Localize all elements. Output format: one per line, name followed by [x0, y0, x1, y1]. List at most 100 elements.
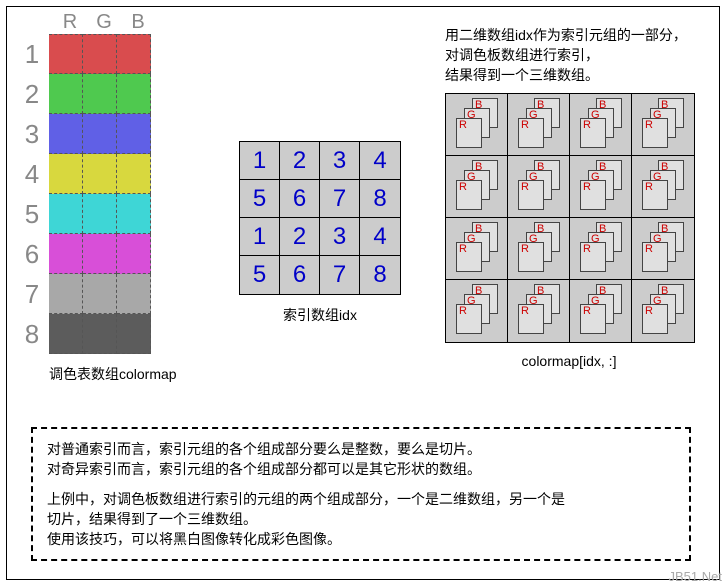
- channel-card-r: R: [642, 180, 668, 210]
- colormap-row-index: 7: [15, 279, 49, 310]
- colormap-row-index: 4: [15, 159, 49, 190]
- note-line-3a: 上例中，对调色板数组进行索引的元组的两个组成部分，一个是二维数组，另一个是: [47, 489, 675, 509]
- result-cell: BGR: [632, 94, 694, 156]
- channel-card-r: R: [642, 304, 668, 334]
- colormap-row: 2: [15, 74, 177, 114]
- idx-cell: 3: [320, 142, 360, 180]
- result-cell: BGR: [508, 156, 570, 218]
- channel-card-r: R: [580, 118, 606, 148]
- result-line-3: 结果得到一个三维数组。: [445, 65, 687, 85]
- channel-card-r: R: [642, 242, 668, 272]
- result-cell: BGR: [570, 156, 632, 218]
- colormap-cell: [117, 34, 151, 74]
- result-description: 用二维数组idx作为索引元组的一部分， 对调色板数组进行索引， 结果得到一个三维…: [445, 25, 687, 85]
- result-cell: BGR: [570, 94, 632, 156]
- idx-cell: 6: [280, 180, 320, 218]
- channel-card-r: R: [456, 180, 482, 210]
- colormap-cell: [117, 234, 151, 274]
- colormap-cell: [49, 194, 83, 234]
- colormap-row: 5: [15, 194, 177, 234]
- result-line-2: 对调色板数组进行索引，: [445, 45, 687, 65]
- header-g: G: [87, 11, 121, 34]
- channel-card-r: R: [642, 118, 668, 148]
- colormap-cell: [49, 154, 83, 194]
- colormap-cell: [49, 274, 83, 314]
- colormap-row-index: 8: [15, 319, 49, 350]
- result-grid: BGRBGRBGRBGRBGRBGRBGRBGRBGRBGRBGRBGRBGRB…: [445, 93, 695, 343]
- note-line-4: 使用该技巧，可以将黑白图像转化成彩色图像。: [47, 529, 675, 549]
- result-caption: colormap[idx, :]: [445, 353, 693, 369]
- idx-cell: 4: [360, 218, 400, 256]
- colormap-cell: [49, 34, 83, 74]
- result-cell: BGR: [570, 218, 632, 280]
- idx-cell: 1: [240, 142, 280, 180]
- colormap-row: 7: [15, 274, 177, 314]
- colormap-row: 3: [15, 114, 177, 154]
- note-line-1: 对普通索引而言，索引元组的各个组成部分要么是整数，要么是切片。: [47, 439, 675, 459]
- note-line-2: 对奇异索引而言，索引元组的各个组成部分都可以是其它形状的数组。: [47, 459, 675, 479]
- colormap-row: 4: [15, 154, 177, 194]
- result-cell: BGR: [446, 280, 508, 342]
- note-line-3b: 切片，结果得到了一个三维数组。: [47, 509, 675, 529]
- channel-card-r: R: [580, 180, 606, 210]
- colormap-rows: 1 2 3 4 5 6 7 8: [15, 34, 177, 354]
- idx-cell: 5: [240, 256, 280, 294]
- colormap-cell: [83, 154, 117, 194]
- colormap-row-index: 3: [15, 119, 49, 150]
- colormap-row: 8: [15, 314, 177, 354]
- idx-cell: 4: [360, 142, 400, 180]
- result-cell: BGR: [632, 156, 694, 218]
- colormap-row-index: 2: [15, 79, 49, 110]
- idx-cell: 6: [280, 256, 320, 294]
- channel-card-r: R: [456, 242, 482, 272]
- idx-block: 1234567812345678 索引数组idx: [239, 141, 401, 325]
- watermark: JB51.Net: [669, 569, 722, 584]
- colormap-cell: [83, 34, 117, 74]
- channel-card-r: R: [580, 242, 606, 272]
- idx-caption: 索引数组idx: [239, 295, 401, 325]
- result-cell: BGR: [446, 156, 508, 218]
- idx-cell: 8: [360, 256, 400, 294]
- header-r: R: [53, 11, 87, 34]
- result-cell: BGR: [446, 94, 508, 156]
- idx-cell: 2: [280, 218, 320, 256]
- colormap-cell: [117, 74, 151, 114]
- colormap-cell: [83, 74, 117, 114]
- colormap-cell: [117, 114, 151, 154]
- note-spacer: [47, 479, 675, 489]
- diagram-frame: R G B 12345678 调色表数组colormap 12345678123…: [6, 6, 720, 580]
- result-line-1: 用二维数组idx作为索引元组的一部分，: [445, 25, 687, 45]
- idx-cell: 7: [320, 180, 360, 218]
- colormap-row: 1: [15, 34, 177, 74]
- idx-cell: 3: [320, 218, 360, 256]
- idx-cell: 2: [280, 142, 320, 180]
- colormap-cell: [117, 314, 151, 354]
- colormap-row-index: 6: [15, 239, 49, 270]
- colormap-cell: [49, 114, 83, 154]
- result-cell: BGR: [508, 280, 570, 342]
- channel-card-r: R: [456, 118, 482, 148]
- colormap-row: 6: [15, 234, 177, 274]
- channel-card-r: R: [456, 304, 482, 334]
- channel-card-r: R: [580, 304, 606, 334]
- channel-card-r: R: [518, 118, 544, 148]
- result-cell: BGR: [570, 280, 632, 342]
- colormap-cell: [83, 314, 117, 354]
- colormap-row-index: 5: [15, 199, 49, 230]
- colormap-block: R G B 1 2 3 4 5 6 7 8 调色表数组colormap: [15, 11, 177, 384]
- colormap-row-index: 1: [15, 39, 49, 70]
- result-cell: BGR: [632, 280, 694, 342]
- colormap-cell: [83, 234, 117, 274]
- colormap-cell: [83, 274, 117, 314]
- idx-cell: 8: [360, 180, 400, 218]
- result-cell: BGR: [446, 218, 508, 280]
- colormap-caption: 调色表数组colormap: [49, 354, 177, 384]
- explanation-note: 对普通索引而言，索引元组的各个组成部分要么是整数，要么是切片。 对奇异索引而言，…: [31, 427, 691, 561]
- idx-cell: 1: [240, 218, 280, 256]
- colormap-cell: [83, 194, 117, 234]
- colormap-cell: [117, 274, 151, 314]
- channel-card-r: R: [518, 242, 544, 272]
- header-b: B: [121, 11, 155, 34]
- result-cell: BGR: [508, 218, 570, 280]
- colormap-cell: [117, 154, 151, 194]
